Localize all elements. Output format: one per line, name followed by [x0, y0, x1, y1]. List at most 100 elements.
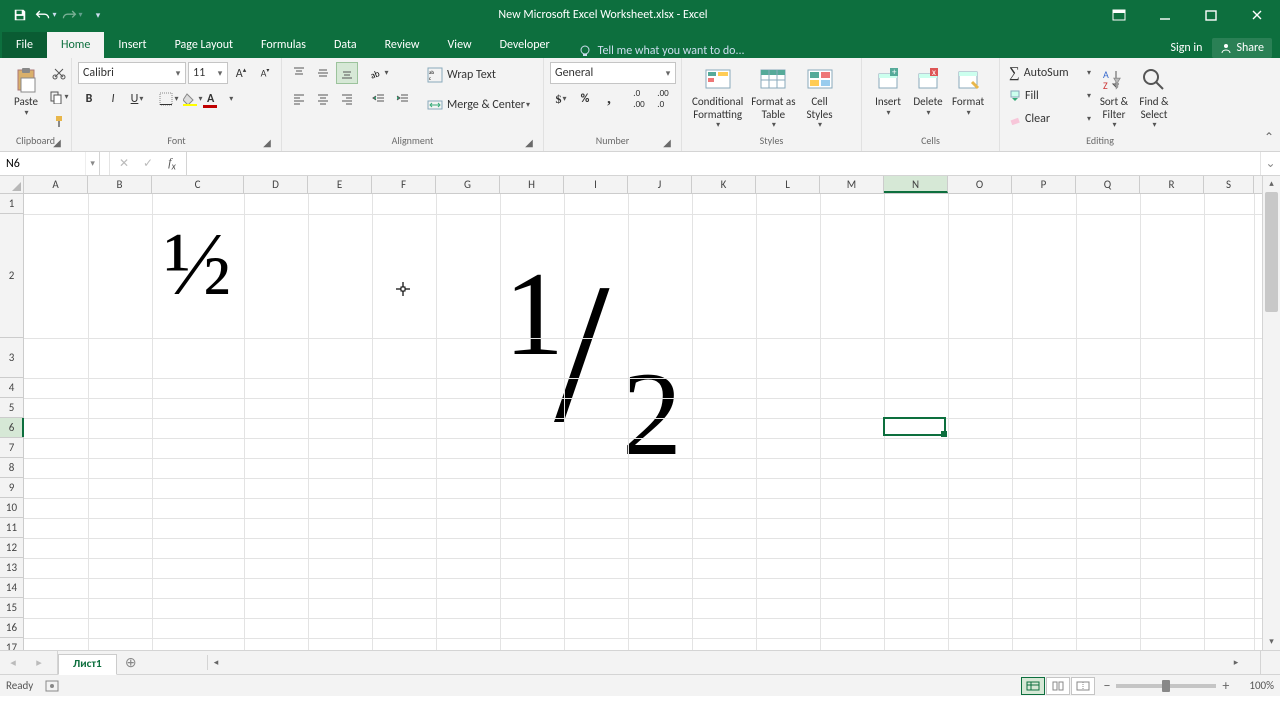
tab-page-layout[interactable]: Page Layout — [161, 32, 247, 58]
new-sheet-button[interactable]: ⊕ — [117, 651, 145, 674]
column-header-K[interactable]: K — [692, 176, 756, 193]
column-header-L[interactable]: L — [756, 176, 820, 193]
borders-button[interactable]: ▾ — [158, 88, 180, 110]
clipboard-launcher-icon[interactable]: ◢ — [51, 136, 63, 148]
font-color-button[interactable]: A▾ — [206, 88, 234, 110]
column-header-Q[interactable]: Q — [1076, 176, 1140, 193]
column-header-S[interactable]: S — [1204, 176, 1254, 193]
find-select-button[interactable]: Find &Select▾ — [1134, 62, 1174, 132]
tell-me-search[interactable]: Tell me what you want to do... — [564, 44, 1171, 58]
row-header-11[interactable]: 11 — [0, 518, 23, 538]
scroll-right-icon[interactable]: ▸ — [1228, 657, 1244, 668]
formula-bar[interactable] — [187, 152, 1260, 175]
number-format-combo[interactable]: General▾ — [550, 62, 676, 84]
decrease-decimal-button[interactable]: .00.0 — [652, 88, 674, 110]
column-header-C[interactable]: C — [152, 176, 244, 193]
redo-icon[interactable]: ▾ — [60, 3, 84, 27]
tab-formulas[interactable]: Formulas — [247, 32, 320, 58]
insert-function-icon[interactable]: fx — [160, 153, 184, 175]
align-middle-button[interactable] — [312, 62, 334, 84]
row-header-9[interactable]: 9 — [0, 478, 23, 498]
maximize-icon[interactable] — [1188, 0, 1234, 30]
qat-customize-icon[interactable]: ▾ — [86, 3, 110, 27]
horizontal-scrollbar[interactable]: ◂ ▸ — [207, 655, 1244, 670]
insert-cells-button[interactable]: +Insert▾ — [868, 62, 908, 120]
column-header-J[interactable]: J — [628, 176, 692, 193]
column-header-P[interactable]: P — [1012, 176, 1076, 193]
column-header-O[interactable]: O — [948, 176, 1012, 193]
column-header-A[interactable]: A — [24, 176, 88, 193]
italic-button[interactable]: I — [102, 88, 124, 110]
cell-styles-button[interactable]: CellStyles▾ — [800, 62, 840, 132]
font-size-combo[interactable]: 11▾ — [188, 62, 228, 84]
share-button[interactable]: Share — [1212, 38, 1272, 58]
row-header-1[interactable]: 1 — [0, 194, 23, 214]
underline-button[interactable]: U▾ — [126, 88, 148, 110]
row-header-7[interactable]: 7 — [0, 438, 23, 458]
row-header-12[interactable]: 12 — [0, 538, 23, 558]
bold-button[interactable]: B — [78, 88, 100, 110]
sheet-tab-active[interactable]: Лист1 — [58, 654, 117, 675]
zoom-slider[interactable] — [1116, 684, 1216, 688]
zoom-level[interactable]: 100% — [1249, 679, 1274, 692]
row-header-17[interactable]: 17 — [0, 638, 23, 650]
align-right-button[interactable] — [336, 88, 358, 110]
column-header-I[interactable]: I — [564, 176, 628, 193]
align-left-button[interactable] — [288, 88, 310, 110]
tab-insert[interactable]: Insert — [104, 32, 160, 58]
name-box-input[interactable] — [0, 157, 85, 171]
clear-button[interactable]: Clear▾ — [1006, 108, 1094, 130]
row-header-3[interactable]: 3 — [0, 338, 23, 378]
close-icon[interactable] — [1234, 0, 1280, 30]
conditional-formatting-button[interactable]: ConditionalFormatting▾ — [688, 62, 747, 132]
delete-cells-button[interactable]: xDelete▾ — [908, 62, 948, 120]
increase-indent-button[interactable] — [392, 88, 414, 110]
format-as-table-button[interactable]: Format asTable▾ — [747, 62, 799, 132]
column-header-M[interactable]: M — [820, 176, 884, 193]
increase-font-button[interactable]: A▴ — [230, 62, 252, 84]
column-header-B[interactable]: B — [88, 176, 152, 193]
column-header-E[interactable]: E — [308, 176, 372, 193]
tab-data[interactable]: Data — [320, 32, 371, 58]
view-page-break-button[interactable] — [1071, 677, 1095, 695]
font-name-combo[interactable]: Calibri▾ — [78, 62, 186, 84]
row-headers[interactable]: 1234567891011121314151617 — [0, 194, 24, 650]
column-header-N[interactable]: N — [884, 176, 948, 193]
comma-format-button[interactable]: , — [598, 88, 620, 110]
cancel-formula-icon[interactable]: ✕ — [112, 153, 136, 175]
row-header-8[interactable]: 8 — [0, 458, 23, 478]
orientation-button[interactable]: ab▾ — [368, 62, 390, 84]
row-header-16[interactable]: 16 — [0, 618, 23, 638]
cells[interactable]: ½ 1 / 2 — [24, 194, 1262, 650]
save-icon[interactable] — [8, 3, 32, 27]
sort-filter-button[interactable]: AZSort &Filter▾ — [1094, 62, 1134, 132]
row-header-4[interactable]: 4 — [0, 378, 23, 398]
view-normal-button[interactable] — [1021, 677, 1045, 695]
zoom-in-button[interactable]: + — [1222, 677, 1229, 694]
font-launcher-icon[interactable]: ◢ — [261, 136, 273, 148]
expand-formula-bar-icon[interactable]: ⌄ — [1260, 152, 1280, 175]
vertical-scroll-thumb[interactable] — [1265, 192, 1278, 312]
format-cells-button[interactable]: Format▾ — [948, 62, 988, 120]
signin-link[interactable]: Sign in — [1170, 41, 1202, 55]
active-cell-selection[interactable] — [883, 417, 946, 436]
tab-file[interactable]: File — [2, 32, 47, 58]
scroll-left-icon[interactable]: ◂ — [208, 657, 224, 668]
align-center-button[interactable] — [312, 88, 334, 110]
column-header-G[interactable]: G — [436, 176, 500, 193]
column-header-R[interactable]: R — [1140, 176, 1204, 193]
wrap-text-button[interactable]: abc Wrap Text — [422, 62, 542, 88]
scroll-down-icon[interactable]: ▾ — [1263, 634, 1280, 650]
column-header-D[interactable]: D — [244, 176, 308, 193]
column-header-F[interactable]: F — [372, 176, 436, 193]
vertical-scrollbar[interactable]: ▴ ▾ — [1262, 176, 1280, 650]
column-headers[interactable]: ABCDEFGHIJKLMNOPQRS — [0, 176, 1262, 194]
undo-icon[interactable]: ▾ — [34, 3, 58, 27]
row-header-6[interactable]: 6 — [0, 418, 23, 438]
name-box[interactable]: ▾ — [0, 152, 100, 175]
align-bottom-button[interactable] — [336, 62, 358, 84]
scroll-up-icon[interactable]: ▴ — [1263, 176, 1280, 192]
fill-color-button[interactable]: ▾ — [182, 88, 204, 110]
collapse-ribbon-icon[interactable]: ⌃ — [1264, 130, 1274, 145]
number-launcher-icon[interactable]: ◢ — [661, 136, 673, 148]
